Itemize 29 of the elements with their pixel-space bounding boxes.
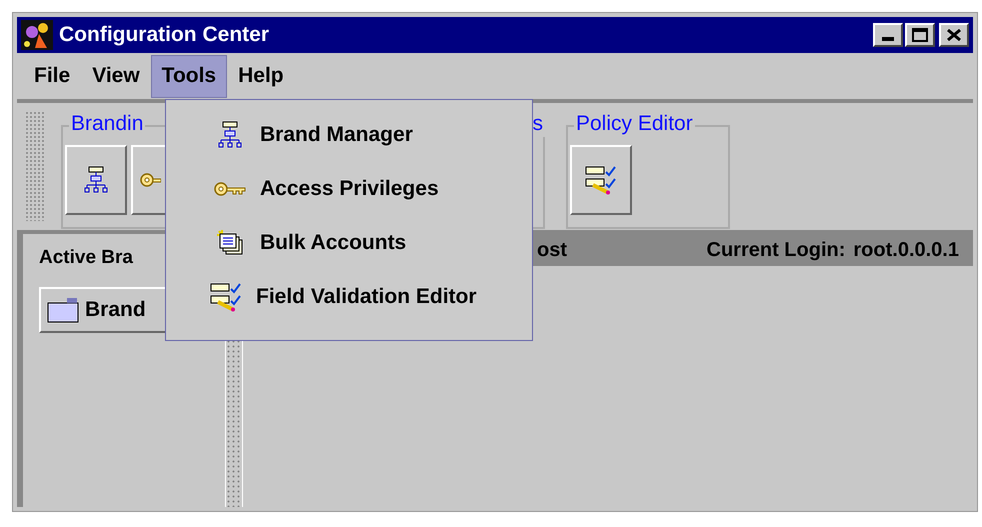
maximize-icon (912, 28, 928, 42)
login-label: Current Login: (706, 238, 846, 263)
menu-item[interactable]: View (81, 54, 151, 98)
stacked-cards-icon (216, 230, 244, 256)
menu-item[interactable]: File (23, 54, 82, 98)
hierarchy-icon (217, 121, 243, 149)
menu-option[interactable]: Access Privileges (166, 162, 532, 216)
minimize-icon (882, 37, 894, 41)
close-icon (947, 29, 961, 41)
header-cell-text: ost (537, 238, 568, 263)
login-value: root.0.0.0.1 (853, 238, 959, 263)
validation-form-icon (585, 165, 617, 195)
close-button[interactable] (939, 23, 969, 47)
menu-option[interactable]: Bulk Accounts (166, 216, 532, 270)
hierarchy-icon (83, 166, 109, 194)
panel-heading: Active Bra (39, 246, 134, 270)
folder-icon (47, 296, 79, 322)
window-title: Configuration Center (59, 22, 270, 48)
key-icon (213, 180, 247, 198)
maximize-button[interactable] (905, 23, 935, 47)
menu-item[interactable]: Tools (150, 54, 228, 98)
key-icon (139, 171, 161, 189)
menu-option[interactable]: Brand Manager (166, 108, 532, 162)
validation-form-icon (210, 282, 242, 312)
menu-item[interactable]: Help (227, 54, 295, 98)
minimize-button[interactable] (873, 23, 903, 47)
app-logo-icon (21, 20, 53, 50)
toolbar-button[interactable] (65, 145, 127, 215)
toolbar-button[interactable] (570, 145, 632, 215)
